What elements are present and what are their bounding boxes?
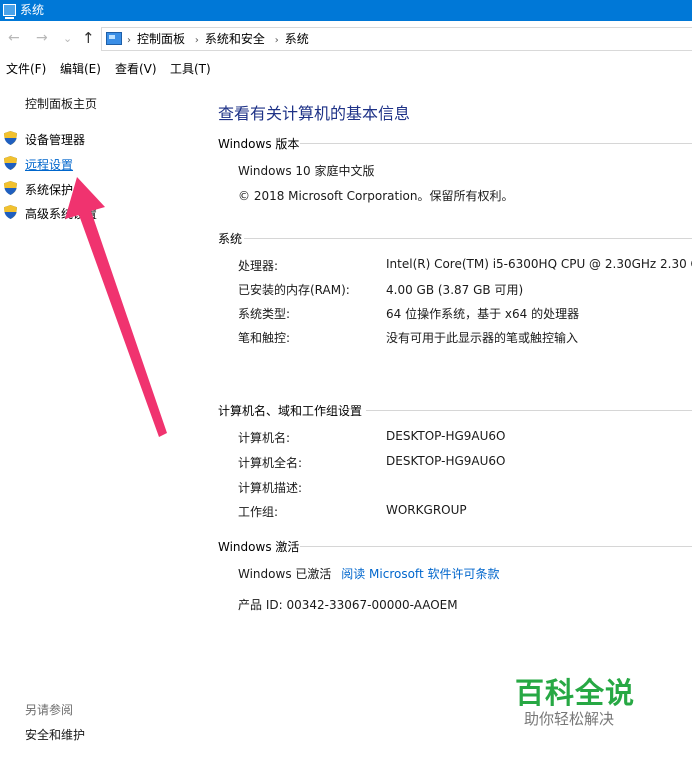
ram-value: 4.00 GB (3.87 GB 可用) [386, 283, 524, 297]
watermark-logo: 百科全说 [515, 676, 636, 710]
menu-bar: 文件(F) 编辑(E) 查看(V) 工具(T) [0, 57, 692, 81]
menu-file[interactable]: 文件(F) [6, 62, 46, 76]
ram-label: 已安装的内存(RAM): [238, 283, 350, 297]
sidebar-item-label: 远程设置 [25, 158, 74, 172]
workgroup-label: 工作组: [238, 505, 279, 519]
page-title: 查看有关计算机的基本信息 [218, 104, 411, 123]
system-window-icon [3, 4, 16, 19]
up-arrow-icon[interactable]: ↑ [82, 29, 95, 47]
breadcrumb: › 控制面板 › 系统和安全 › 系统 [127, 31, 315, 49]
breadcrumb-system-security[interactable]: 系统和安全 [205, 32, 265, 46]
back-arrow-icon[interactable]: ← [8, 29, 20, 47]
breadcrumb-separator[interactable]: › [127, 35, 131, 46]
security-maintenance-link[interactable]: 安全和维护 [25, 726, 85, 743]
breadcrumb-system[interactable]: 系统 [285, 32, 309, 46]
computer-fullname-label: 计算机全名: [238, 456, 303, 470]
processor-label: 处理器: [238, 259, 279, 273]
computer-name-value: DESKTOP-HG9AU6O [386, 429, 506, 443]
recent-locations-icon[interactable]: ⌄ [63, 30, 72, 48]
activation-status-row: Windows 已激活 阅读 Microsoft 软件许可条款 [238, 565, 499, 582]
address-bar[interactable]: › 控制面板 › 系统和安全 › 系统 [101, 27, 692, 51]
menu-edit[interactable]: 编辑(E) [60, 62, 101, 76]
license-terms-link[interactable]: 阅读 Microsoft 软件许可条款 [341, 567, 499, 581]
menu-view[interactable]: 查看(V) [115, 62, 157, 76]
activation-status: Windows 已激活 [238, 567, 332, 581]
address-row: ← → ⌄ ↑ › 控制面板 › 系统和安全 › 系统 [0, 21, 692, 57]
section-header-activation: Windows 激活 [218, 538, 299, 555]
sidebar-item-label: 设备管理器 [25, 133, 86, 147]
breadcrumb-separator[interactable]: › [195, 35, 199, 46]
menu-tools[interactable]: 工具(T) [170, 62, 211, 76]
section-header-label: 计算机名、域和工作组设置 [218, 404, 363, 418]
computer-description-label: 计算机描述: [238, 481, 303, 495]
system-type-value: 64 位操作系统，基于 x64 的处理器 [386, 307, 580, 321]
annotation-arrow-icon [65, 177, 167, 437]
product-id: 产品 ID: 00342-33067-00000-AAOEM [238, 598, 458, 612]
control-panel-home-link[interactable]: 控制面板主页 [25, 95, 97, 112]
shield-icon [4, 181, 17, 195]
section-header-edition: Windows 版本 [218, 135, 299, 152]
control-panel-icon [106, 32, 122, 45]
section-header-system: 系统 [218, 230, 242, 247]
see-also-heading: 另请参阅 [25, 703, 74, 717]
forward-arrow-icon[interactable]: → [36, 29, 48, 47]
edition-name: Windows 10 家庭中文版 [238, 164, 375, 178]
section-header-computer: 计算机名、域和工作组设置 [218, 402, 362, 419]
section-header-label: 系统 [218, 232, 243, 246]
divider [300, 143, 692, 144]
divider [244, 238, 692, 239]
shield-icon [4, 205, 17, 219]
processor-value: Intel(R) Core(TM) i5-6300HQ CPU @ 2.30GH… [386, 257, 692, 271]
computer-name-label: 计算机名: [238, 431, 291, 445]
section-header-label: Windows 激活 [218, 540, 300, 554]
main-content: 查看有关计算机的基本信息 Windows 版本 Windows 10 家庭中文版… [200, 82, 692, 762]
system-type-label: 系统类型: [238, 307, 291, 321]
shield-icon [4, 156, 17, 170]
pen-touch-value: 没有可用于此显示器的笔或触控输入 [386, 331, 579, 345]
divider [300, 546, 692, 547]
pen-touch-label: 笔和触控: [238, 331, 291, 345]
title-bar: 系统 [0, 0, 692, 21]
window-title: 系统 [20, 3, 45, 17]
shield-icon [4, 131, 17, 145]
computer-fullname-value: DESKTOP-HG9AU6O [386, 454, 506, 468]
watermark-subtitle: 助你轻松解决 [524, 710, 615, 728]
breadcrumb-separator[interactable]: › [275, 35, 279, 46]
breadcrumb-control-panel[interactable]: 控制面板 [137, 32, 185, 46]
workgroup-value: WORKGROUP [386, 503, 467, 517]
divider [366, 410, 692, 411]
copyright-text: © 2018 Microsoft Corporation。保留所有权利。 [238, 189, 514, 203]
section-header-label: Windows 版本 [218, 137, 300, 151]
